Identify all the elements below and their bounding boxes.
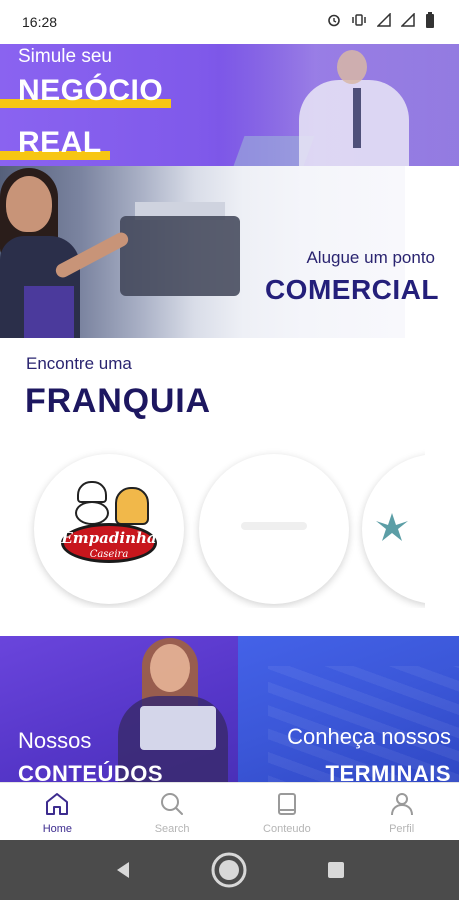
franquia-title: FRANQUIA	[25, 382, 211, 420]
banner-line2: REAL	[0, 126, 110, 160]
search-icon	[157, 789, 187, 819]
user-icon	[387, 789, 417, 819]
girl-graphic	[150, 644, 190, 692]
conteudos-subtitle: Nossos	[18, 728, 92, 753]
nav-item-perfil[interactable]: Perfil	[344, 783, 459, 840]
alugue-comercial-banner[interactable]: Alugue um ponto COMERCIAL	[0, 166, 459, 338]
status-icons	[327, 11, 435, 33]
recents-icon[interactable]	[314, 848, 358, 892]
book-icon	[272, 789, 302, 819]
terminais-subtitle: Conheça nossos	[287, 724, 451, 749]
apron-graphic	[24, 286, 74, 338]
banner-line1-text: NEGÓCIO	[18, 74, 164, 107]
chef-face-graphic	[75, 501, 109, 525]
nav-label-conteudo: Conteudo	[263, 823, 311, 835]
banner-line1: NEGÓCIO	[0, 74, 172, 108]
nav-label-home: Home	[42, 823, 73, 835]
laptop-graphic	[140, 706, 216, 750]
signal-icon	[400, 11, 415, 32]
comercial-subtitle: Alugue um ponto	[306, 248, 435, 267]
battery-icon	[425, 11, 435, 33]
nav-item-search[interactable]: Search	[115, 783, 230, 840]
head-graphic	[337, 50, 367, 84]
home-icon	[42, 789, 72, 819]
terminais-title: TERMINAIS	[325, 761, 451, 782]
vibrate-icon	[351, 13, 367, 32]
franchise-carousel[interactable]: Empadinha Caseira	[0, 448, 425, 608]
alarm-icon	[327, 13, 341, 32]
banner-subtitle: Simule seu	[18, 46, 112, 67]
terminais-tile[interactable]: Conheça nossos TERMINAIS	[238, 636, 459, 782]
empadinha-logo: Empadinha Caseira	[59, 479, 159, 579]
promo-row: Nossos CONTEÚDOS Conheça nossos TERMINAI…	[0, 636, 459, 782]
franchise-card[interactable]	[199, 454, 349, 604]
franquia-subtitle: Encontre uma	[26, 354, 132, 373]
logo-word1: Empadinha	[61, 529, 157, 547]
franchise-card[interactable]: Empadinha Caseira	[34, 454, 184, 604]
tie-graphic	[353, 88, 361, 148]
back-icon[interactable]	[101, 848, 145, 892]
pie-graphic	[115, 487, 149, 525]
comercial-title: COMERCIAL	[264, 274, 439, 305]
chef-hat-graphic	[77, 481, 107, 503]
nav-label-search: Search	[154, 823, 190, 835]
conteudos-tile[interactable]: Nossos CONTEÚDOS	[0, 636, 238, 782]
conteudos-title: CONTEÚDOS	[18, 761, 164, 782]
nav-label-perfil: Perfil	[389, 823, 415, 835]
status-bar: 16:28	[0, 0, 459, 44]
woman-graphic	[6, 176, 52, 232]
nav-item-conteudo[interactable]: Conteudo	[230, 783, 345, 840]
home-circle-icon[interactable]	[207, 848, 251, 892]
nav-item-home[interactable]: Home	[0, 783, 115, 840]
faded-logo	[239, 514, 309, 544]
bottom-nav: Home Search Conteudo Perfil	[0, 782, 459, 840]
system-nav-bar	[0, 840, 459, 900]
franchise-card[interactable]	[362, 454, 425, 604]
bird-logo-icon	[374, 509, 410, 554]
logo-word2: Caseira	[89, 549, 129, 560]
machine-graphic	[120, 216, 240, 296]
signal-icon	[376, 11, 391, 32]
simule-negocio-banner[interactable]: Simule seu NEGÓCIO REAL	[0, 44, 459, 166]
status-time: 16:28	[22, 14, 58, 30]
banner-line2-text: REAL	[18, 126, 102, 159]
